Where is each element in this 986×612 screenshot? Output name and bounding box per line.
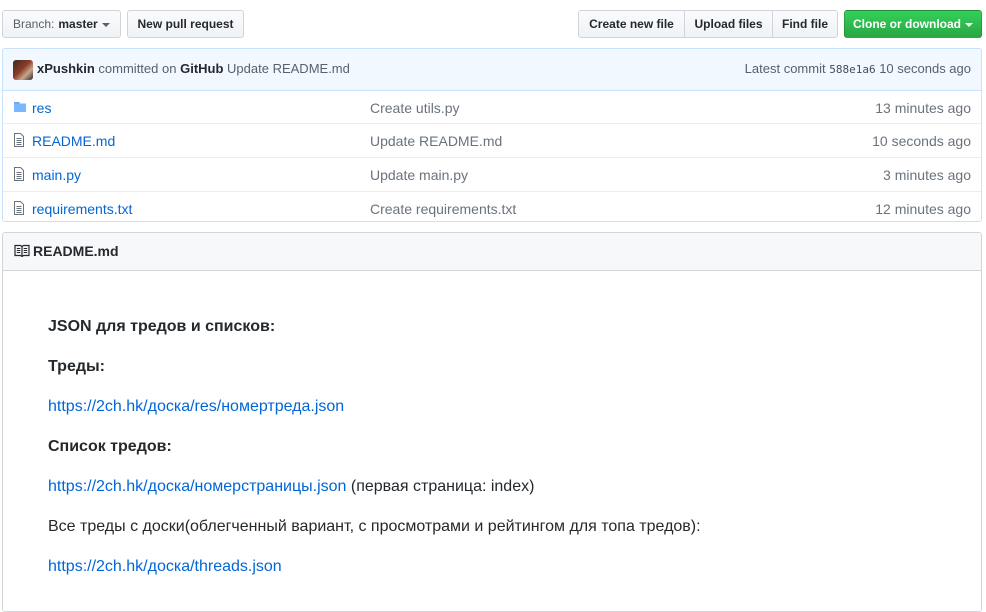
- branch-name: master: [58, 17, 98, 31]
- file-commit-message[interactable]: Create utils.py: [370, 100, 459, 116]
- readme-heading-thread-list: Список тредов:: [48, 438, 172, 455]
- commit-message[interactable]: Update README.md: [227, 61, 350, 76]
- commit-sha[interactable]: 588e1a6: [829, 63, 875, 76]
- file-age: 3 minutes ago: [883, 167, 971, 183]
- branch-select-button[interactable]: Branch: master: [2, 10, 121, 38]
- page-note-text: (первая страница: index): [346, 478, 535, 495]
- readme-panel: README.md JSON для тредов и списков: Тре…: [2, 232, 982, 612]
- new-pull-request-button[interactable]: New pull request: [127, 10, 244, 38]
- file-commit-message[interactable]: Update main.py: [370, 167, 468, 183]
- branch-prefix: Branch:: [13, 17, 55, 31]
- file-icon: [13, 167, 25, 184]
- latest-commit-label: Latest commit: [744, 61, 826, 76]
- commit-author[interactable]: xPushkin: [37, 61, 95, 76]
- file-name-link[interactable]: README.md: [32, 133, 115, 149]
- chevron-down-icon: [965, 23, 973, 27]
- commit-meta: Latest commit 588e1a6 10 seconds ago: [745, 61, 971, 76]
- file-name-link[interactable]: requirements.txt: [32, 201, 132, 217]
- file-row: res Create utils.py 13 minutes ago: [3, 91, 981, 123]
- readme-heading-threads: Треды:: [48, 358, 105, 375]
- commit-platform: GitHub: [180, 61, 224, 76]
- commit-age: 10 seconds ago: [879, 61, 971, 76]
- clone-label: Clone or download: [853, 17, 961, 31]
- readme-content: JSON для тредов и списков: Треды: https:…: [48, 317, 701, 597]
- readme-title: README.md: [33, 243, 119, 259]
- file-age: 13 minutes ago: [875, 100, 971, 116]
- readme-heading-json: JSON для тредов и списков:: [48, 318, 276, 335]
- file-actions-group: Create new file Upload files Find file: [578, 10, 838, 38]
- thread-json-link[interactable]: https://2ch.hk/доска/res/номертреда.json: [48, 398, 344, 415]
- chevron-down-icon: [101, 23, 110, 27]
- upload-files-button[interactable]: Upload files: [684, 10, 773, 38]
- file-commit-message[interactable]: Create requirements.txt: [370, 201, 516, 217]
- file-icon: [13, 201, 25, 218]
- file-commit-message[interactable]: Update README.md: [370, 133, 502, 149]
- create-new-file-button[interactable]: Create new file: [578, 10, 685, 38]
- file-listing: xPushkin committed on GitHub Update READ…: [2, 48, 982, 222]
- file-name-link[interactable]: main.py: [32, 167, 81, 183]
- commit-summary: xPushkin committed on GitHub Update READ…: [37, 61, 350, 76]
- committed-on-text: committed on: [98, 61, 177, 76]
- file-name-link[interactable]: res: [32, 100, 51, 116]
- file-row: requirements.txt Create requirements.txt…: [3, 191, 981, 221]
- page-json-link[interactable]: https://2ch.hk/доска/номерстраницы.json: [48, 478, 346, 495]
- folder-icon: [13, 100, 27, 116]
- readme-header: README.md: [3, 233, 981, 271]
- clone-or-download-button[interactable]: Clone or download: [844, 10, 982, 38]
- avatar[interactable]: [13, 60, 33, 80]
- book-icon: [14, 244, 30, 260]
- file-row: main.py Update main.py 3 minutes ago: [3, 157, 981, 191]
- find-file-button[interactable]: Find file: [772, 10, 838, 38]
- threads-json-link[interactable]: https://2ch.hk/доска/threads.json: [48, 558, 282, 575]
- file-age: 10 seconds ago: [872, 133, 971, 149]
- file-row: README.md Update README.md 10 seconds ag…: [3, 123, 981, 157]
- latest-commit-bar: xPushkin committed on GitHub Update READ…: [3, 49, 981, 91]
- file-icon: [13, 133, 25, 150]
- all-threads-text: Все треды с доски(облегченный вариант, с…: [48, 518, 701, 535]
- file-age: 12 minutes ago: [875, 201, 971, 217]
